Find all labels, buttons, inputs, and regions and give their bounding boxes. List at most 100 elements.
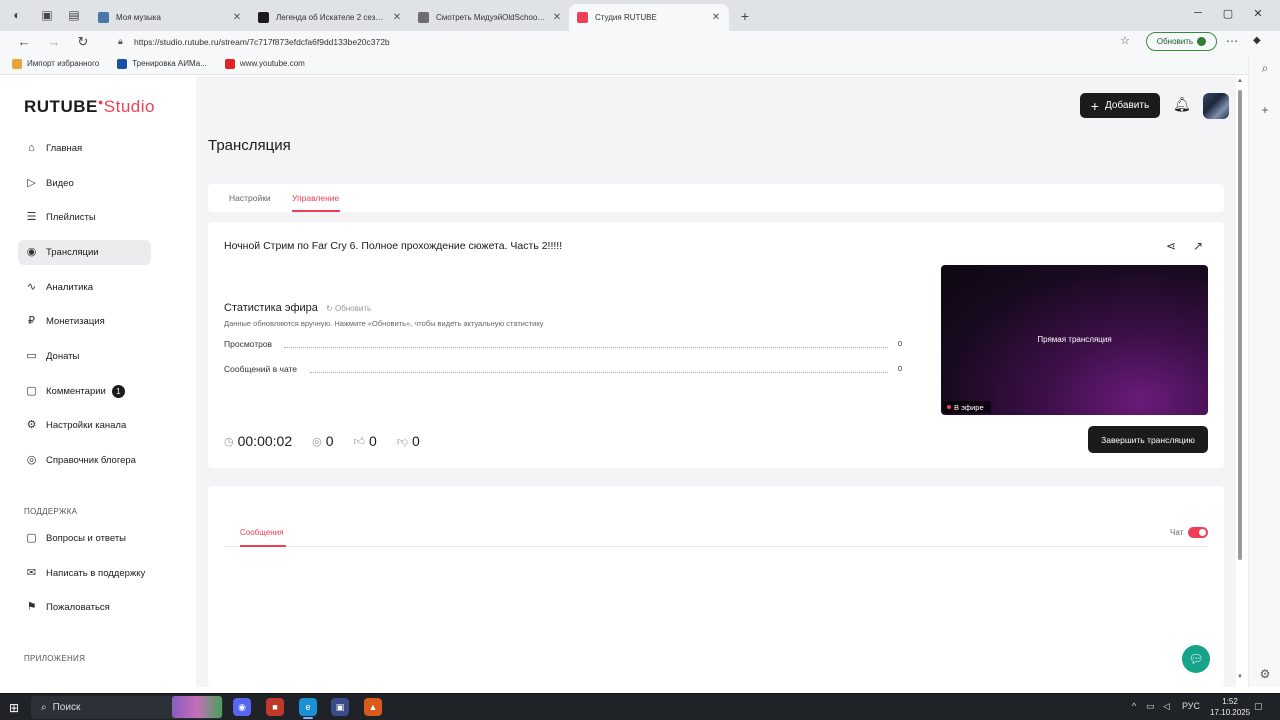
- clock-date: 17.10.2025: [1210, 708, 1251, 717]
- logo-sub: Studio: [103, 97, 155, 116]
- sidebar-item-label: Видео: [46, 178, 74, 189]
- close-icon[interactable]: ✕: [232, 12, 242, 23]
- bookmark-aim-training[interactable]: Тренировка АИМа...: [117, 58, 207, 69]
- playlist-icon: ☰: [26, 211, 37, 223]
- sidebar-item-faq[interactable]: ▢ Вопросы и ответы: [18, 526, 151, 551]
- browser-tab-music[interactable]: Моя музыка ✕: [90, 4, 250, 31]
- browser-tab-bar: ◐ ▣ ▤ Моя музыка ✕ Легенда об Искателе 2…: [0, 0, 1280, 31]
- security-app-icon[interactable]: ■: [266, 698, 284, 716]
- add-button-label: Добавить: [1104, 100, 1150, 111]
- bookmark-import[interactable]: Импорт избранного: [12, 58, 99, 69]
- copilot-icon[interactable]: ◆: [1253, 35, 1261, 46]
- stream-tabs: Настройки Управление: [208, 184, 1224, 212]
- edge-browser-icon[interactable]: e: [299, 698, 317, 719]
- page-scrollbar[interactable]: ▲ ▼: [1236, 78, 1244, 686]
- dislikes-value: 0: [411, 433, 420, 449]
- scroll-up-icon[interactable]: ▲: [1236, 78, 1244, 84]
- search-highlight-image: [172, 696, 222, 718]
- refresh-stats-button[interactable]: ↻ Обновить: [326, 304, 371, 313]
- user-avatar[interactable]: [1203, 93, 1229, 119]
- scroll-thumb[interactable]: [1238, 90, 1242, 560]
- sidebar-item-channel-settings[interactable]: ⚙ Настройки канала: [18, 413, 151, 438]
- thumbs-up-icon: 👍︎: [353, 435, 366, 448]
- tab-actions-icon[interactable]: ▤: [67, 9, 81, 22]
- stream-preview[interactable]: Прямая трансляция В эфире: [941, 265, 1208, 415]
- add-button[interactable]: + Добавить: [1080, 93, 1160, 118]
- active-tab-indicator: [292, 210, 340, 212]
- stat-label: Сообщений в чате: [224, 364, 300, 374]
- window-close-icon[interactable]: ✕: [1250, 7, 1266, 20]
- reload-icon[interactable]: ↻: [75, 34, 91, 50]
- bookmark-label: www.youtube.com: [239, 59, 305, 68]
- bookmark-label: Тренировка АИМа...: [132, 59, 207, 68]
- notification-center-icon[interactable]: ▢: [1254, 701, 1263, 712]
- settings-icon[interactable]: ⚙: [1258, 667, 1272, 681]
- taskbar-clock[interactable]: 1:52 17.10.2025: [1210, 696, 1250, 718]
- close-icon[interactable]: ✕: [392, 12, 402, 23]
- back-icon[interactable]: ←: [16, 34, 32, 49]
- browser-tab-rutube-studio[interactable]: Студия RUTUBE ✕: [569, 4, 729, 31]
- url-text: https://studio.rutube.ru/stream/7c717f87…: [134, 37, 390, 47]
- language-indicator[interactable]: РУС: [1182, 701, 1200, 711]
- chat-card: Сообщения Чат: [208, 486, 1224, 687]
- rutube-studio-logo[interactable]: RUTUBE●Studio: [24, 97, 155, 117]
- add-icon[interactable]: +: [1258, 103, 1272, 117]
- browser-update-button[interactable]: Обновить: [1146, 32, 1217, 51]
- forward-icon[interactable]: →: [46, 34, 62, 49]
- sidebar-item-playlists[interactable]: ☰ Плейлисты: [18, 205, 151, 230]
- scroll-down-icon[interactable]: ▼: [1236, 674, 1244, 680]
- sidebar-item-donations[interactable]: ▭ Донаты: [18, 344, 151, 369]
- stat-row-views: Просмотров 0: [224, 339, 902, 351]
- tab-management[interactable]: Управление: [292, 193, 339, 203]
- browser-menu-icon[interactable]: ⋯: [1226, 34, 1238, 48]
- chat-toggle[interactable]: [1188, 527, 1208, 538]
- sidebar-item-broadcasts[interactable]: ◉ Трансляции: [18, 240, 151, 265]
- bookmark-youtube[interactable]: www.youtube.com: [224, 58, 305, 69]
- browser-tab-legend[interactable]: Легенда об Искателе 2 сезон 2 с ✕: [250, 4, 410, 31]
- sidebar-item-comments[interactable]: ▢ Комментарии 1: [18, 379, 151, 404]
- minimize-icon[interactable]: ─: [1190, 7, 1206, 19]
- live-label: В эфире: [954, 402, 984, 412]
- browser-tab-midway[interactable]: Смотреть МидуэйOldSchool на ✕: [410, 4, 570, 31]
- sidebar-item-contact-support[interactable]: ✉ Написать в поддержку: [18, 561, 151, 586]
- stats-note: Данные обновляются вручную. Нажмите «Обн…: [224, 319, 544, 328]
- favorite-star-icon[interactable]: ☆: [1120, 34, 1130, 47]
- sidebar-item-analytics[interactable]: ∿ Аналитика: [18, 275, 151, 300]
- support-chat-button[interactable]: 💬︎: [1182, 645, 1210, 673]
- volume-icon[interactable]: ◁: [1163, 701, 1170, 712]
- maximize-icon[interactable]: ▢: [1220, 7, 1236, 20]
- tray-chevron-icon[interactable]: ^: [1132, 701, 1136, 711]
- update-icon: [1197, 37, 1207, 46]
- sidebar-item-report[interactable]: ⚑ Пожаловаться: [18, 595, 151, 620]
- close-icon[interactable]: ✕: [552, 12, 562, 23]
- open-external-icon[interactable]: ↗: [1193, 239, 1203, 253]
- close-icon[interactable]: ✕: [711, 12, 721, 23]
- youtube-icon: [224, 58, 235, 69]
- sidebar-item-home[interactable]: ⌂ Главная: [18, 136, 151, 161]
- browser-side-rail: ⌕ + ⚙: [1248, 55, 1280, 687]
- url-field[interactable]: 🔒︎ https://studio.rutube.ru/stream/7c717…: [108, 32, 1138, 52]
- sidebar-item-monetization[interactable]: ₽ Монетизация: [18, 309, 151, 334]
- media-app-icon[interactable]: ▣: [331, 698, 349, 716]
- streaming-app-icon[interactable]: ▲: [364, 698, 382, 716]
- refresh-icon: ↻: [326, 304, 333, 313]
- chat-bubble-icon: 💬︎: [1188, 652, 1204, 666]
- sidebar-item-blogger-guide[interactable]: ◎ Справочник блогера: [18, 448, 151, 473]
- support-section-title: ПОДДЕРЖКА: [24, 507, 78, 516]
- tab-messages[interactable]: Сообщения: [240, 528, 283, 537]
- share-icon[interactable]: ⋖: [1166, 239, 1176, 253]
- profile-icon[interactable]: ◐: [10, 9, 24, 22]
- search-icon[interactable]: ⌕: [1258, 61, 1272, 76]
- stat-value: 0: [897, 364, 902, 373]
- notifications-bell-icon[interactable]: 🔔︎: [1173, 96, 1191, 113]
- lock-icon[interactable]: 🔒︎: [118, 36, 123, 47]
- tab-label: Смотреть МидуэйOldSchool на: [436, 13, 546, 22]
- end-stream-button[interactable]: Завершить трансляцию: [1088, 426, 1208, 453]
- discord-icon[interactable]: ◉: [233, 698, 251, 716]
- workspaces-icon[interactable]: ▣: [40, 9, 54, 22]
- windows-start-icon[interactable]: ⊞: [9, 701, 19, 715]
- network-icon[interactable]: ▭: [1146, 701, 1155, 712]
- tab-settings[interactable]: Настройки: [229, 193, 271, 203]
- sidebar-item-video[interactable]: ▷ Видео: [18, 171, 151, 196]
- new-tab-icon[interactable]: +: [738, 8, 752, 24]
